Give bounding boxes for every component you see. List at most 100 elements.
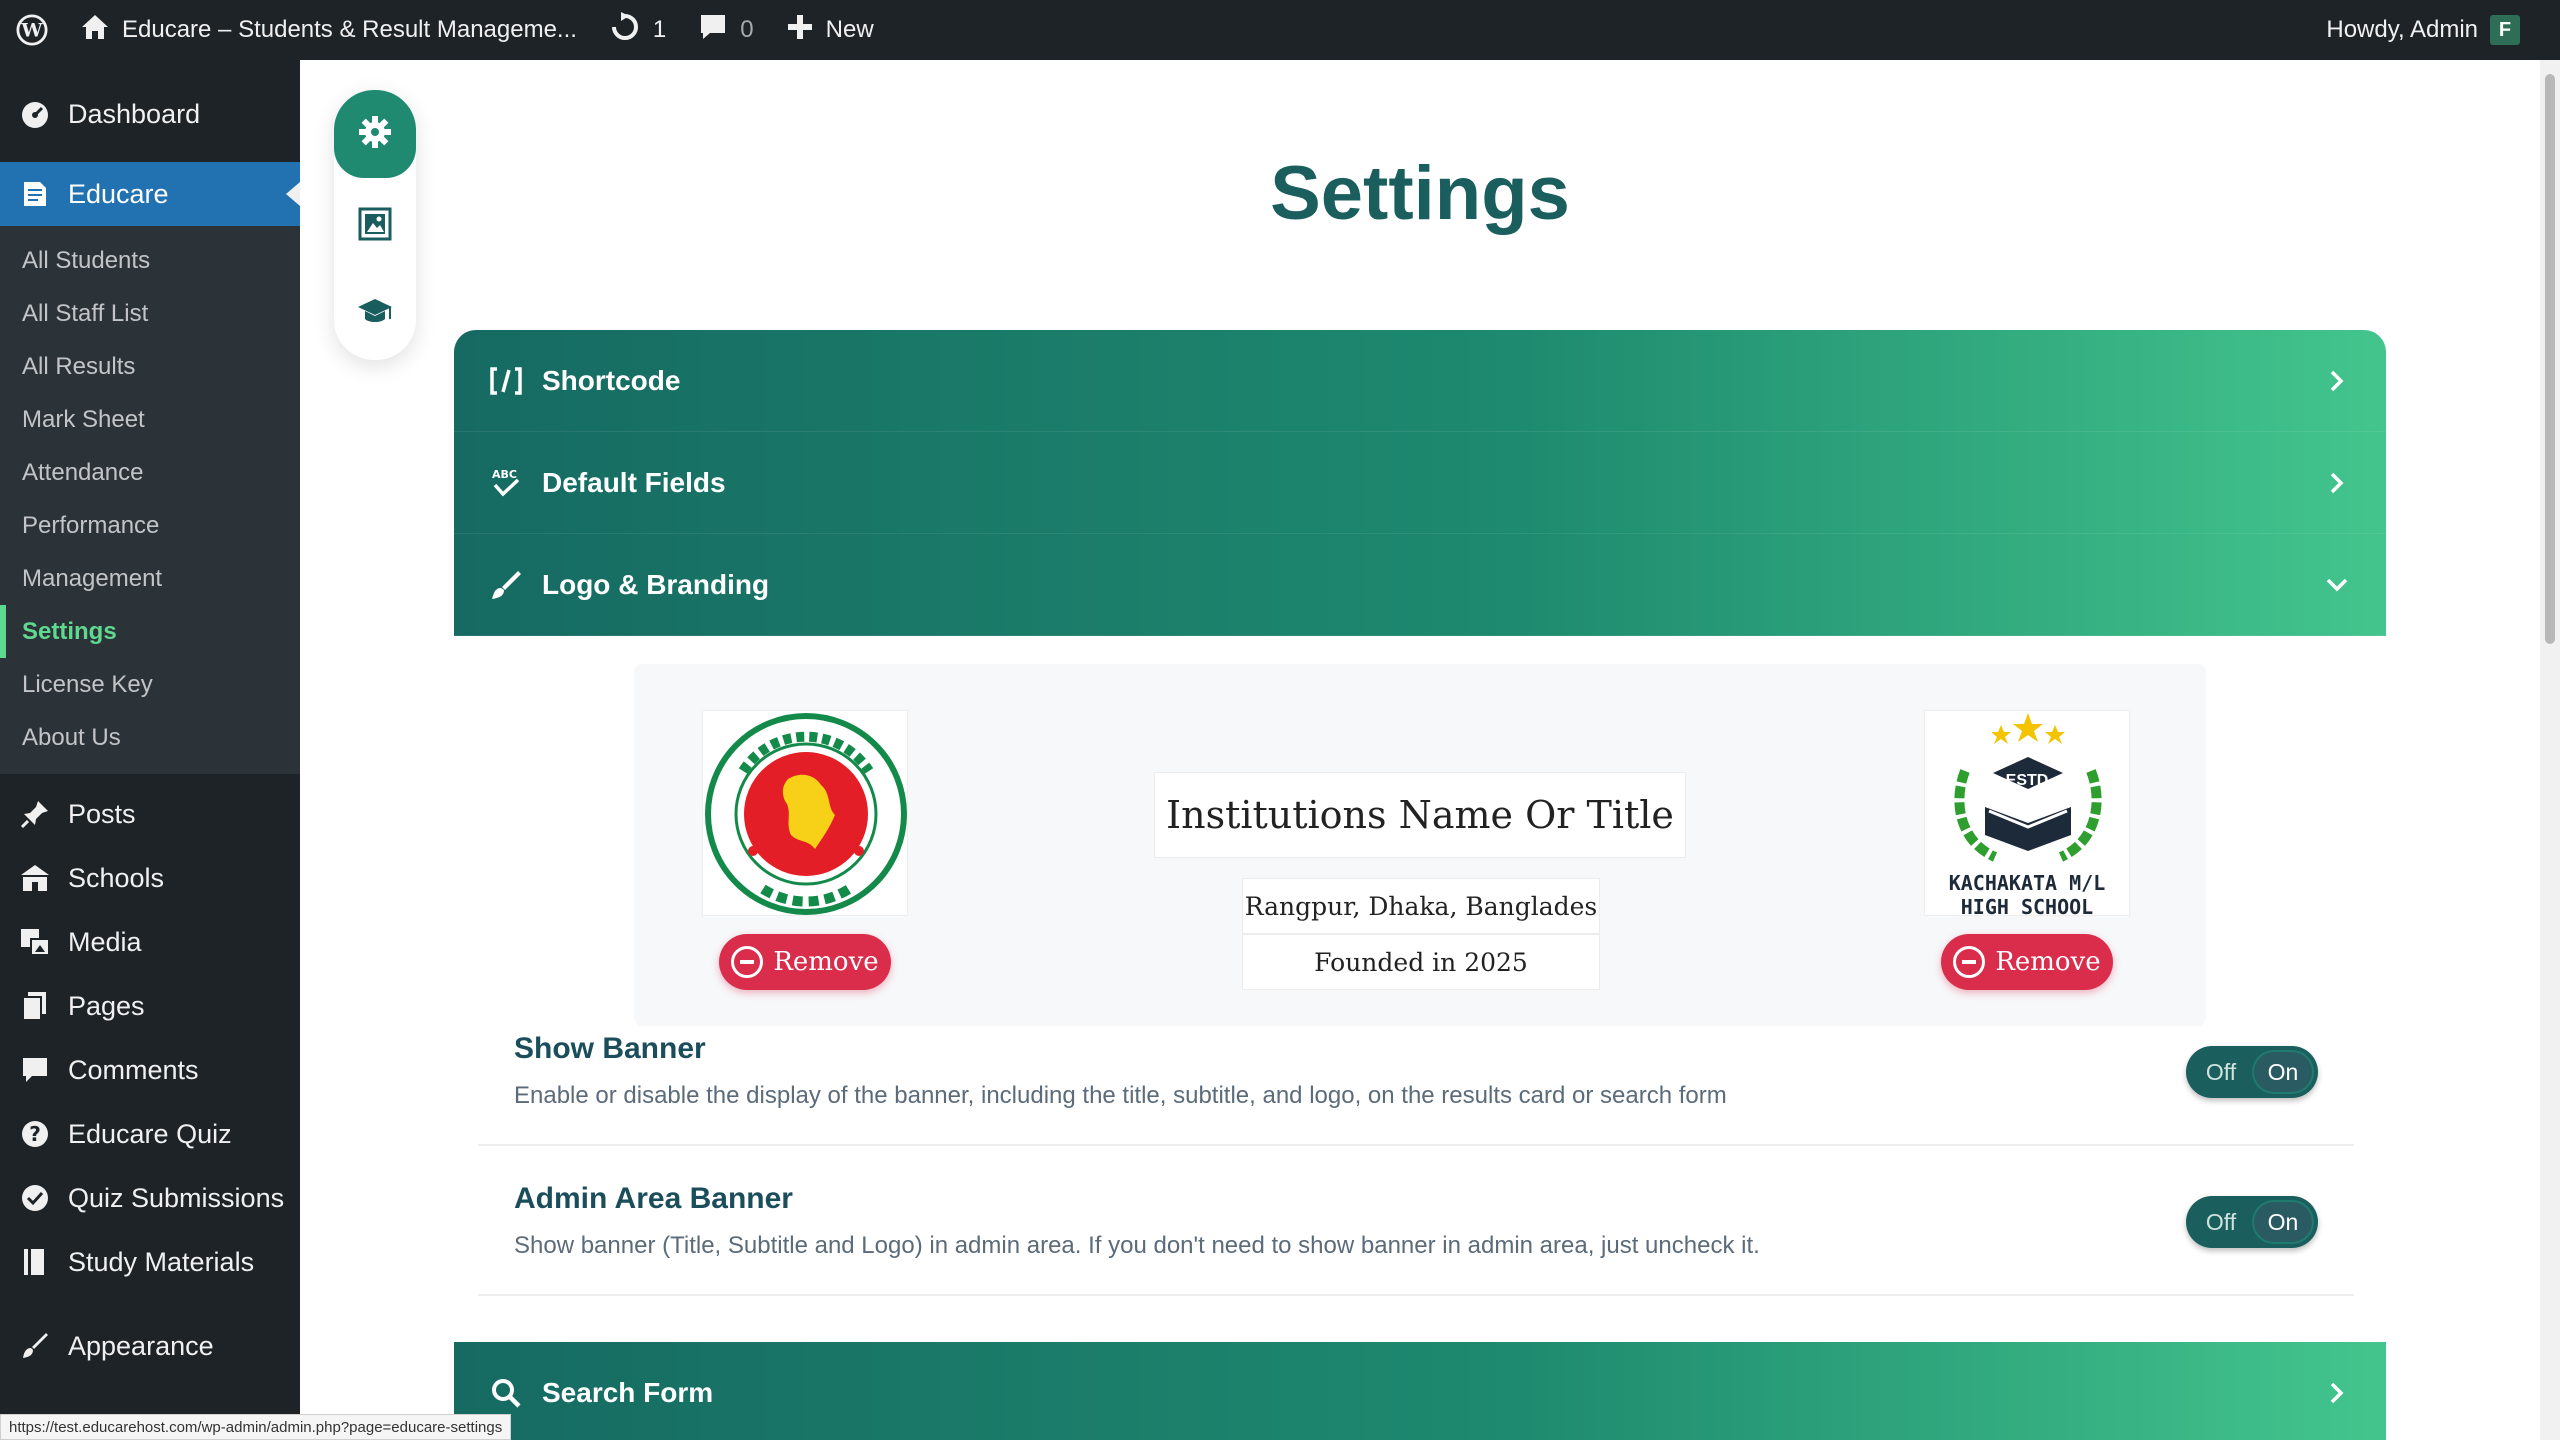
- book-stack-icon: [18, 1245, 52, 1279]
- admin-area-banner-title: Admin Area Banner: [514, 1182, 793, 1215]
- submenu-attendance[interactable]: Attendance: [0, 446, 300, 499]
- site-name-link[interactable]: Educare – Students & Result Manageme...: [64, 0, 593, 60]
- remove-left-logo-button[interactable]: Remove: [719, 934, 891, 990]
- updates-count: 1: [652, 16, 667, 43]
- status-bar-url: https://test.educarehost.com/wp-admin/ad…: [0, 1414, 512, 1440]
- shortcode-icon: [488, 363, 524, 399]
- submenu-all-results[interactable]: All Results: [0, 340, 300, 393]
- svg-text:W: W: [20, 20, 43, 42]
- home-icon: [80, 13, 110, 48]
- institution-founded-field[interactable]: Founded in 2025: [1242, 934, 1600, 990]
- submenu-performance[interactable]: Performance: [0, 499, 300, 552]
- accordion-logo-branding[interactable]: Logo & Branding: [454, 534, 2386, 636]
- menu-educare-label: Educare: [68, 178, 169, 209]
- submenu-management[interactable]: Management: [0, 552, 300, 605]
- page-scrollbar[interactable]: [2540, 60, 2560, 1440]
- bangladesh-govt-seal-icon: [705, 713, 907, 915]
- menu-comments[interactable]: Comments: [0, 1038, 300, 1102]
- page-title: Settings: [1270, 151, 1570, 236]
- refresh-icon: [609, 11, 641, 49]
- left-logo: [702, 710, 908, 916]
- search-icon: [488, 1375, 524, 1411]
- menu-comments-label: Comments: [68, 1054, 199, 1085]
- accordion-search-form-label: Search Form: [542, 1376, 714, 1408]
- menu-schools[interactable]: Schools: [0, 846, 300, 910]
- menu-schools-label: Schools: [68, 862, 165, 893]
- submenu-license-key[interactable]: License Key: [0, 658, 300, 711]
- pin-icon: [18, 797, 52, 831]
- admin-bar: W Educare – Students & Result Manageme..…: [0, 0, 2560, 60]
- pages-icon: [18, 989, 52, 1023]
- show-banner-row: Show Banner Enable or disable the displa…: [478, 996, 2354, 1146]
- settings-accordion: Shortcode ABC Default Fields Logo & Bran…: [454, 330, 2386, 1440]
- menu-dashboard-label: Dashboard: [68, 98, 201, 129]
- remove-left-logo-label: Remove: [773, 947, 879, 977]
- logo-branding-content: Remove Institutions Name Or Title Rangpu…: [454, 636, 2386, 1342]
- menu-appearance[interactable]: Appearance: [0, 1314, 300, 1378]
- institution-address-field[interactable]: Rangpur, Dhaka, Banglades: [1242, 878, 1600, 934]
- submenu-settings[interactable]: Settings: [0, 605, 300, 658]
- chevron-right-icon: [2322, 1378, 2352, 1408]
- accordion-search-form[interactable]: Search Form: [454, 1342, 2386, 1440]
- menu-pages[interactable]: Pages: [0, 974, 300, 1038]
- accordion-shortcode-label: Shortcode: [542, 364, 681, 396]
- image-icon: [358, 207, 392, 246]
- submenu-about-us[interactable]: About Us: [0, 711, 300, 764]
- menu-educare-quiz[interactable]: ? Educare Quiz: [0, 1102, 300, 1166]
- school-icon: [18, 861, 52, 895]
- educare-submenu: All Students All Staff List All Results …: [0, 226, 300, 774]
- admin-area-banner-toggle[interactable]: Off On: [2186, 1196, 2318, 1248]
- menu-posts-label: Posts: [68, 798, 136, 829]
- remove-right-logo-button[interactable]: Remove: [1941, 934, 2113, 990]
- comment-icon: [698, 12, 728, 49]
- scrollbar-thumb[interactable]: [2545, 74, 2555, 644]
- show-banner-description: Enable or disable the display of the ban…: [514, 1082, 1727, 1109]
- nav-image-button[interactable]: [334, 182, 416, 270]
- dashboard-icon: [18, 97, 52, 131]
- menu-media[interactable]: Media: [0, 910, 300, 974]
- new-label: New: [825, 16, 874, 43]
- menu-appearance-label: Appearance: [68, 1330, 214, 1361]
- submenu-all-students[interactable]: All Students: [0, 234, 300, 287]
- gear-icon: [357, 114, 393, 155]
- media-icon: [18, 925, 52, 959]
- spellcheck-icon: ABC: [488, 465, 524, 501]
- accordion-default-fields-label: Default Fields: [542, 466, 726, 498]
- admin-area-banner-description: Show banner (Title, Subtitle and Logo) i…: [514, 1232, 1760, 1259]
- updates-link[interactable]: 1: [593, 0, 682, 60]
- chevron-right-icon: [2322, 468, 2352, 498]
- brush-icon: [18, 1329, 52, 1363]
- accordion-logo-branding-label: Logo & Branding: [542, 568, 770, 600]
- banner-preview: Remove Institutions Name Or Title Rangpu…: [634, 664, 2206, 1026]
- nav-graduation-button[interactable]: [334, 270, 416, 358]
- avatar: F: [2490, 15, 2520, 45]
- toggle-on-label: On: [2252, 1200, 2314, 1244]
- menu-educare[interactable]: Educare: [0, 162, 300, 226]
- comments-link[interactable]: 0: [682, 0, 769, 60]
- show-banner-toggle[interactable]: Off On: [2186, 1046, 2318, 1098]
- menu-quiz-submissions[interactable]: Quiz Submissions: [0, 1166, 300, 1230]
- menu-posts[interactable]: Posts: [0, 782, 300, 846]
- menu-dashboard[interactable]: Dashboard: [0, 82, 300, 146]
- menu-study-materials[interactable]: Study Materials: [0, 1230, 300, 1294]
- nav-settings-button[interactable]: [334, 90, 416, 178]
- institution-title-field[interactable]: Institutions Name Or Title: [1154, 772, 1686, 858]
- remove-right-logo-label: Remove: [1995, 947, 2101, 977]
- new-content-link[interactable]: New: [770, 0, 890, 60]
- toggle-off-label: Off: [2205, 1058, 2237, 1085]
- toggle-off-label: Off: [2205, 1208, 2237, 1235]
- account-menu[interactable]: Howdy, Admin F: [2310, 0, 2560, 60]
- admin-area-banner-row: Admin Area Banner Show banner (Title, Su…: [478, 1146, 2354, 1296]
- accordion-shortcode[interactable]: Shortcode: [454, 330, 2386, 432]
- book-icon: [18, 177, 52, 211]
- comments-icon: [18, 1053, 52, 1087]
- accordion-default-fields[interactable]: ABC Default Fields: [454, 432, 2386, 534]
- settings-side-nav: [334, 90, 416, 360]
- minus-circle-icon: [731, 946, 764, 978]
- submenu-all-staff-list[interactable]: All Staff List: [0, 287, 300, 340]
- show-banner-title: Show Banner: [514, 1032, 706, 1065]
- wordpress-logo-icon[interactable]: W: [0, 0, 64, 60]
- menu-educare-quiz-label: Educare Quiz: [68, 1118, 232, 1149]
- question-icon: ?: [18, 1117, 52, 1151]
- submenu-mark-sheet[interactable]: Mark Sheet: [0, 393, 300, 446]
